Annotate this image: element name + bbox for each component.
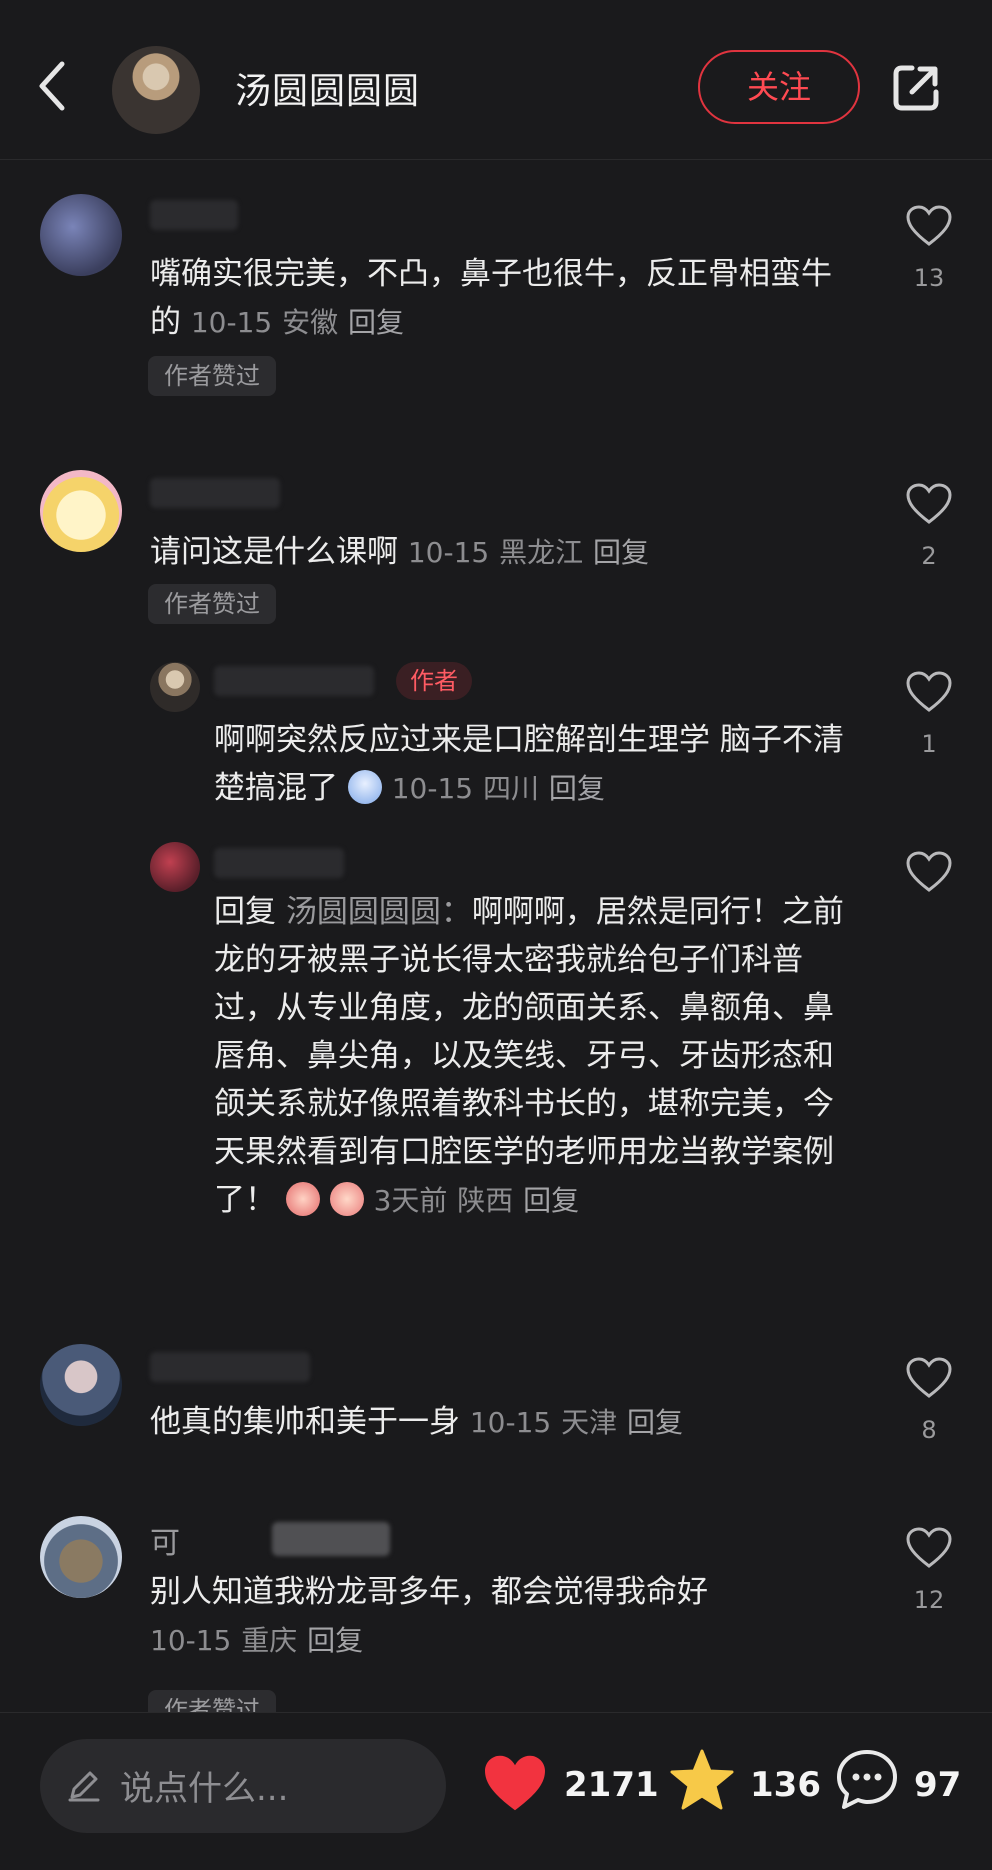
comment-text: 回复 汤圆圆圆圆：啊啊啊，居然是同行！之前龙的牙被黑子说长得太密我就给包子们科普… (214, 888, 844, 1225)
user-avatar[interactable] (40, 194, 122, 276)
comment-location: 陕西 (457, 1184, 514, 1217)
emoji-icon (347, 770, 382, 804)
comment-body: 别人知道我粉龙哥多年，都会觉得我命好 (150, 1574, 708, 1610)
user-avatar[interactable] (40, 470, 122, 552)
user-avatar[interactable] (150, 842, 200, 892)
favorite-count: 136 (750, 1765, 821, 1805)
author-tag: 作者 (396, 662, 472, 700)
back-arrow-icon[interactable] (30, 58, 74, 114)
quoted-user[interactable]: 汤圆圆圆圆： (286, 894, 472, 930)
username-redacted[interactable] (272, 1522, 390, 1556)
chat-bubble-icon (834, 1747, 900, 1817)
comment-date: 3天前 (373, 1184, 448, 1217)
author-liked-badge: 作者赞过 (148, 356, 276, 396)
user-avatar[interactable] (40, 1516, 122, 1598)
heart-outline-icon[interactable] (905, 850, 953, 894)
heart-outline-icon[interactable] (905, 482, 953, 526)
reply-link[interactable]: 回复 (523, 1184, 579, 1217)
reply-link[interactable]: 回复 (549, 772, 605, 805)
follow-button[interactable]: 关注 (698, 50, 860, 124)
username-redacted[interactable] (150, 478, 280, 508)
username-redacted[interactable] (214, 666, 374, 696)
comment-location: 安徽 (282, 306, 339, 339)
reply-link[interactable]: 回复 (627, 1406, 683, 1439)
comment-date: 10-15 (150, 1624, 232, 1657)
comment-location: 黑龙江 (499, 536, 584, 569)
heart-outline-icon[interactable] (905, 1356, 953, 1400)
like-count: 2 (921, 542, 937, 570)
comment-text: 别人知道我粉龙哥多年，都会觉得我命好 10-15 重庆 回复 (150, 1568, 830, 1665)
comment-body: 请问这是什么课啊 (150, 534, 398, 570)
comment-location: 天津 (561, 1406, 618, 1439)
comment-location: 四川 (482, 772, 539, 805)
heart-outline-icon[interactable] (905, 1526, 953, 1570)
username-redacted[interactable] (150, 1352, 310, 1382)
comment-date: 10-15 (407, 536, 490, 569)
reply-prefix: 回复 (214, 894, 276, 930)
pen-icon (66, 1767, 102, 1803)
author-avatar[interactable] (112, 46, 200, 134)
comment-count: 97 (914, 1765, 962, 1805)
comment-date: 10-15 (391, 772, 474, 805)
like-count: 13 (913, 264, 945, 292)
comment-body: 他真的集帅和美于一身 (150, 1404, 460, 1440)
reply-link[interactable]: 回复 (593, 536, 649, 569)
like-count: 12 (913, 1586, 945, 1614)
user-avatar[interactable] (150, 662, 200, 712)
top-bar: 汤圆圆圆圆 关注 (0, 0, 992, 160)
author-liked-badge: 作者赞过 (148, 584, 276, 624)
comment-text: 嘴确实很完美，不凸，鼻子也很牛，反正骨相蛮牛的 10-15 安徽 回复 (150, 250, 850, 347)
like-action[interactable]: 2171 (480, 1747, 659, 1817)
heart-outline-icon[interactable] (905, 204, 953, 248)
comment-text: 啊啊突然反应过来是口腔解剖生理学 脑子不清楚搞混了 10-15 四川 回复 (214, 716, 844, 813)
comment-location: 重庆 (241, 1624, 298, 1657)
reply-link[interactable]: 回复 (348, 306, 404, 339)
like-count-total: 2171 (564, 1765, 659, 1805)
comment-input-placeholder: 说点什么... (120, 1769, 289, 1809)
bottom-action-bar: 说点什么... 2171 136 97 (0, 1712, 992, 1870)
favorite-action[interactable]: 136 (668, 1747, 821, 1819)
heart-filled-icon (480, 1753, 550, 1817)
star-icon (668, 1747, 736, 1819)
author-name[interactable]: 汤圆圆圆圆 (235, 62, 420, 114)
comment-text: 他真的集帅和美于一身 10-15 天津 回复 (150, 1398, 850, 1447)
share-icon[interactable] (890, 62, 942, 114)
username-partial[interactable]: 可 (150, 1518, 180, 1562)
comment-input[interactable]: 说点什么... (40, 1739, 446, 1833)
user-avatar[interactable] (40, 1344, 122, 1426)
comment-body: 啊啊啊，居然是同行！之前龙的牙被黑子说长得太密我就给包子们科普过，从专业角度，龙… (214, 894, 844, 1218)
username-redacted[interactable] (150, 200, 238, 230)
like-count: 8 (921, 1416, 937, 1444)
reply-link[interactable]: 回复 (307, 1624, 363, 1657)
username-redacted[interactable] (214, 848, 344, 878)
like-count: 1 (921, 730, 937, 758)
heart-outline-icon[interactable] (905, 670, 953, 714)
victory-emoji-icon (329, 1182, 364, 1216)
thumbs-up-emoji-icon (285, 1182, 320, 1216)
comment-text: 请问这是什么课啊 10-15 黑龙江 回复 (150, 528, 850, 577)
comment-date: 10-15 (190, 306, 273, 339)
comment-action[interactable]: 97 (834, 1747, 984, 1817)
comment-date: 10-15 (469, 1406, 552, 1439)
